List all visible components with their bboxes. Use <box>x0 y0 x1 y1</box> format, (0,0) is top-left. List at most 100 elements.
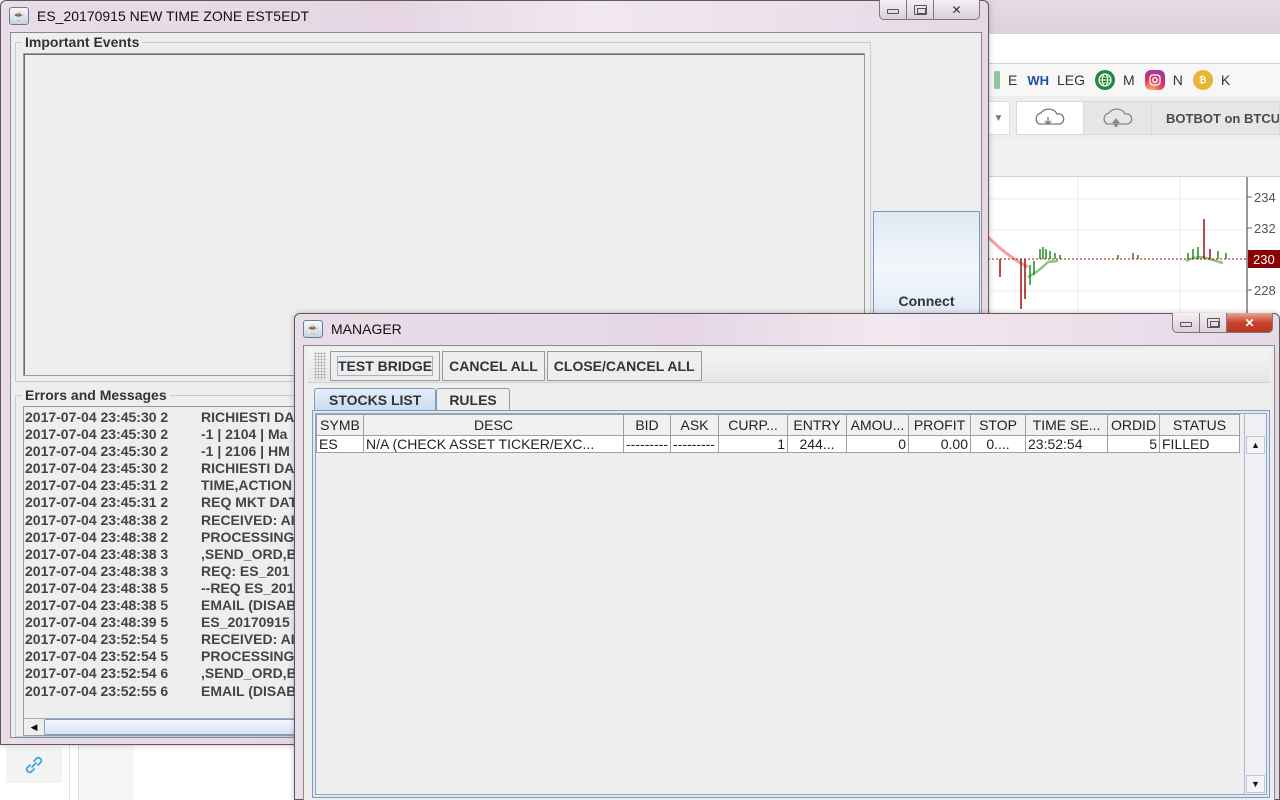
column-header[interactable]: CURP... <box>718 414 788 436</box>
column-header[interactable]: DESC <box>363 414 624 436</box>
scrollbar-thumb[interactable] <box>44 719 314 735</box>
bookmarks-bar: E WH LEG M N ₿ K <box>988 64 1280 96</box>
table-cell[interactable]: 0.... <box>970 435 1026 453</box>
column-header[interactable]: TIME SE... <box>1025 414 1108 436</box>
log-message: PROCESSING <box>201 648 295 665</box>
cloud-download-button[interactable] <box>1016 101 1084 135</box>
log-timestamp: 2017-07-04 23:45:31 2 <box>25 477 169 494</box>
log-message: --REQ ES_201 <box>201 579 295 596</box>
minimize-button[interactable] <box>879 0 907 20</box>
log-line: 2017-07-04 23:45:30 2 -1 | 2106 | HM <box>24 443 314 460</box>
wh-logo-icon: WH <box>1027 72 1050 88</box>
candles-group <box>999 219 1227 309</box>
messages-log[interactable]: 2017-07-04 23:45:30 2 RICHIESTI DA 2017-07… <box>23 406 315 736</box>
stocks-table: SYMB DESC BID ASK CURP... ENTRY AMOU... PROFIT S… <box>316 414 1240 453</box>
log-message: REQ: ES_201 <box>201 562 290 579</box>
chart-breadcrumb[interactable]: BOTBOT on BTCUS <box>1152 101 1280 135</box>
log-timestamp: 2017-07-04 23:45:30 2 <box>25 409 169 425</box>
bookmark-e[interactable]: E <box>994 71 1017 89</box>
table-cell[interactable]: 0.00 <box>908 435 971 453</box>
column-header[interactable]: STATUS <box>1159 414 1240 436</box>
connect-button[interactable]: Connect <box>873 211 980 315</box>
bookmark-k[interactable]: ₿ K <box>1192 70 1230 90</box>
maximize-button[interactable] <box>907 0 934 20</box>
table-cell[interactable]: N/A (CHECK ASSET TICKER/EXC... <box>363 435 624 453</box>
close-button[interactable]: ✕ <box>1227 313 1273 333</box>
table-cell[interactable]: FILLED <box>1159 435 1240 453</box>
browser-address-bar[interactable] <box>988 34 1280 64</box>
main-window-titlebar[interactable]: ☕ ES_20170915 NEW TIME ZONE EST5EDT <box>1 1 988 31</box>
dropdown-arrow-icon[interactable]: ▼ <box>988 101 1010 135</box>
tab-stocks-list[interactable]: STOCKS LIST <box>314 388 437 410</box>
close-cancel-all-button[interactable]: CLOSE/CANCEL ALL <box>546 350 702 381</box>
table-cell[interactable]: 5 <box>1107 435 1160 453</box>
column-header[interactable]: STOP <box>970 414 1026 436</box>
cloud-upload-button[interactable] <box>1084 101 1152 135</box>
scroll-left-icon[interactable]: ◀ <box>24 719 44 735</box>
column-header[interactable]: ASK <box>670 414 719 436</box>
bookmark-leg[interactable]: WH LEG <box>1027 70 1085 90</box>
table-cell[interactable]: 1 <box>718 435 788 453</box>
log-message: PROCESSING <box>201 528 295 545</box>
log-line: 2017-07-04 23:48:39 5 ES_20170915 <box>24 614 314 631</box>
test-bridge-button[interactable]: TEST BRIDGE <box>330 350 441 381</box>
maximize-icon <box>913 4 927 15</box>
bookmark-m[interactable]: M <box>1095 70 1135 90</box>
column-header[interactable]: BID <box>623 414 671 436</box>
bookmark-n[interactable]: N <box>1144 70 1183 90</box>
scroll-up-icon[interactable]: ▲ <box>1246 436 1265 454</box>
log-timestamp: 2017-07-04 23:52:55 6 <box>25 682 169 699</box>
column-header[interactable]: AMOU... <box>846 414 909 436</box>
log-line: 2017-07-04 23:48:38 5 --REQ ES_201 <box>24 580 314 597</box>
table-cell[interactable]: ES <box>316 435 364 453</box>
main-window-title: ES_20170915 NEW TIME ZONE EST5EDT <box>37 8 310 24</box>
log-line: 2017-07-04 23:45:30 2 -1 | 2104 | Ma <box>24 426 314 443</box>
log-timestamp: 2017-07-04 23:48:38 3 <box>25 562 169 579</box>
link-button[interactable] <box>6 747 62 783</box>
log-line: 2017-07-04 23:45:31 2 REQ MKT DAT <box>24 494 314 511</box>
manager-window-titlebar[interactable]: ☕ MANAGER <box>295 314 1279 344</box>
log-line: 2017-07-04 23:52:55 6 EMAIL (DISAB <box>24 683 314 700</box>
table-cell[interactable]: --------- <box>670 435 719 453</box>
table-header-row: SYMB DESC BID ASK CURP... ENTRY AMOU... PROFIT S… <box>316 414 1240 436</box>
column-header[interactable]: SYMB <box>316 414 364 436</box>
window-controls: ✕ <box>1172 313 1273 333</box>
maximize-button[interactable] <box>1200 313 1227 333</box>
column-header[interactable]: PROFIT <box>908 414 971 436</box>
log-timestamp: 2017-07-04 23:45:30 2 <box>25 443 169 460</box>
column-header[interactable]: ENTRY <box>787 414 847 436</box>
column-header[interactable]: ORDID <box>1107 414 1160 436</box>
log-message: -1 | 2106 | HM <box>201 443 290 460</box>
browser-titlebar <box>985 0 1280 34</box>
log-timestamp: 2017-07-04 23:48:38 5 <box>25 597 169 614</box>
log-message: ES_20170915 <box>201 614 290 631</box>
table-cell[interactable]: 0 <box>846 435 909 453</box>
log-timestamp: 2017-07-04 23:48:38 2 <box>25 511 169 528</box>
close-button[interactable]: ✕ <box>934 0 980 20</box>
java-icon: ☕ <box>9 7 29 25</box>
log-timestamp: 2017-07-04 23:48:39 5 <box>25 614 169 631</box>
table-cell[interactable]: 244... <box>787 435 847 453</box>
log-line: 2017-07-04 23:45:30 2 RICHIESTI DA <box>24 460 314 477</box>
log-line: 2017-07-04 23:48:38 2 RECEIVED: AI <box>24 512 314 529</box>
log-message: EMAIL (DISAB <box>201 597 297 614</box>
price-chart[interactable]: 234 232 228 230 <box>986 177 1280 317</box>
vertical-scrollbar[interactable]: ▲ ▼ <box>1244 414 1266 794</box>
tab-rules[interactable]: RULES <box>436 388 510 410</box>
chart-header-band <box>988 140 1280 177</box>
manager-window-body: TEST BRIDGE CANCEL ALL CLOSE/CANCEL ALL … <box>303 345 1275 800</box>
table-cell[interactable]: --------- <box>623 435 671 453</box>
log-line: 2017-07-04 23:52:54 5 PROCESSING <box>24 648 314 665</box>
price-tick-label: 232 <box>1254 221 1276 236</box>
sheet-icon <box>994 71 1000 89</box>
horizontal-scrollbar[interactable]: ◀ <box>24 718 314 735</box>
log-timestamp: 2017-07-04 23:52:54 6 <box>25 665 169 682</box>
toolbar-grip[interactable] <box>314 351 326 380</box>
scroll-down-icon[interactable]: ▼ <box>1246 775 1265 793</box>
table-cell[interactable]: 23:52:54 <box>1025 435 1108 453</box>
close-icon: ✕ <box>951 2 962 17</box>
table-row[interactable]: ES N/A (CHECK ASSET TICKER/EXC... --------… <box>316 435 1240 453</box>
price-tick-label: 234 <box>1254 190 1276 205</box>
minimize-button[interactable] <box>1172 313 1200 333</box>
cancel-all-button[interactable]: CANCEL ALL <box>442 350 545 381</box>
